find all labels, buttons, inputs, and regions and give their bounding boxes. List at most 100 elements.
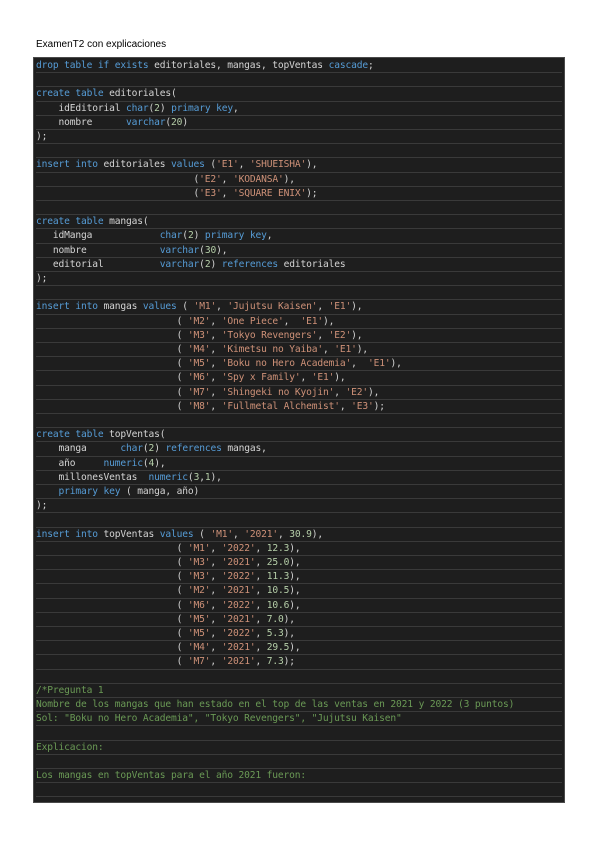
code-line [36, 513, 562, 528]
code-token: ), [322, 315, 335, 327]
code-token: editoriales, mangas, topVentas [154, 60, 329, 71]
code-line [36, 755, 562, 769]
code-token: 10.6 [266, 599, 290, 611]
code-token: 'E1' [300, 315, 323, 327]
code-token: idEditorial [36, 102, 127, 114]
code-token: 'M5' [187, 358, 211, 370]
code-token: , [317, 329, 329, 341]
code-line: ( 'M2', '2021', 10.5), [36, 584, 562, 599]
code-token: ( [36, 599, 188, 611]
code-token: 'M2' [187, 585, 211, 597]
code-line: ( 'M5', '2022', 5.3), [36, 627, 562, 642]
code-token: ( [199, 528, 211, 540]
code-token: ( [36, 542, 188, 554]
code-token: 'M4' [187, 642, 211, 654]
code-token: 'M1' [193, 301, 217, 313]
code-token: 'M3' [187, 557, 211, 568]
code-token: values [171, 159, 211, 171]
code-token: ); [36, 500, 48, 512]
code-line: drop table if exists editoriales, mangas… [36, 59, 562, 74]
code-line: ( 'M7', 'Shingeki no Kyojin', 'E2'), [36, 386, 562, 400]
code-line: nombre varchar(20) [36, 116, 562, 130]
sql-code-block: drop table if exists editoriales, mangas… [33, 57, 565, 803]
code-token: , [210, 642, 222, 654]
code-line: create table editoriales( [36, 87, 562, 102]
code-token: ); [306, 187, 318, 199]
code-line: manga char(2) references mangas, [36, 442, 562, 457]
code-token: ( [36, 571, 188, 583]
code-token: ( [36, 329, 188, 341]
code-line: ( 'M2', 'One Piece', 'E1'), [36, 315, 562, 329]
code-token: 'M5' [187, 628, 211, 639]
code-token: ( [36, 344, 188, 355]
code-token: values [142, 301, 183, 313]
code-token: ; [367, 60, 374, 71]
code-token: , [300, 372, 312, 384]
code-token: 30 [204, 244, 217, 256]
code-line [36, 144, 562, 159]
code-token: 'E1' [367, 358, 391, 370]
code-token: ( [182, 301, 194, 313]
code-token: '2021' [221, 642, 256, 654]
code-token: char [126, 102, 149, 114]
code-token: create table [36, 88, 110, 100]
code-token: ( [36, 315, 188, 327]
code-line: Los mangas en topVentas para el año 2021… [36, 769, 562, 784]
code-line: ( 'M1', '2022', 12.3), [36, 542, 562, 556]
code-token: ( [36, 557, 188, 568]
code-token: mangas, [227, 443, 267, 455]
code-token: 'M3' [187, 571, 211, 583]
code-token: ); [283, 656, 295, 668]
code-token: , [255, 628, 267, 639]
code-token: 'E2' [345, 386, 368, 398]
code-line: ( 'M8', 'Fullmetal Alchemist', 'E3'); [36, 400, 562, 414]
code-token: ), [311, 528, 324, 540]
code-line: ( 'M4', '2021', 29.5), [36, 641, 562, 656]
code-token: 'M6' [187, 599, 211, 611]
code-line: ); [36, 499, 562, 514]
code-token: , [210, 585, 222, 597]
code-token: , [210, 571, 222, 583]
code-line: ( 'M3', 'Tokyo Revengers', 'E2'), [36, 329, 562, 343]
code-token: , [221, 187, 233, 199]
code-line: insert into topVentas values ( 'M1', '20… [36, 528, 562, 542]
code-token: ), [289, 571, 301, 583]
code-token: ), [289, 542, 301, 554]
code-token: , [210, 344, 222, 355]
code-token: ( [36, 187, 200, 199]
code-token: ), [283, 628, 295, 639]
code-line: ); [36, 272, 562, 287]
code-token: ), [283, 613, 295, 625]
code-token: , [210, 557, 222, 568]
code-token: ) [210, 258, 222, 270]
code-token: insert into [36, 301, 104, 313]
code-token: , [210, 628, 222, 639]
code-token: '2022' [221, 571, 256, 583]
code-token: 10.5 [266, 585, 290, 597]
code-line: primary key ( manga, año) [36, 485, 562, 500]
code-token: , [255, 613, 267, 625]
code-token: numeric [103, 457, 144, 469]
code-line: /*Pregunta 1 [36, 684, 562, 698]
code-line: Explicacion: [36, 741, 562, 755]
code-token: , [317, 301, 329, 313]
code-token: 'M1' [210, 528, 233, 540]
code-token: ) [182, 116, 188, 128]
code-line [36, 286, 562, 301]
code-token: 'SHUEISHA' [249, 159, 307, 171]
code-token: '2021' [221, 656, 256, 668]
code-token: ), [289, 599, 301, 611]
code-token: Nombre de los mangas que han estado en e… [36, 699, 515, 710]
code-token: char [120, 443, 143, 455]
code-token: 7.3 [266, 656, 284, 668]
code-line: ); [36, 130, 562, 145]
code-token: 'Tokyo Revengers' [221, 329, 318, 341]
code-token: '2021' [221, 613, 256, 625]
code-token: /*Pregunta 1 [36, 684, 104, 696]
code-token: editoriales [283, 258, 346, 270]
code-token: 'E3' [199, 187, 222, 199]
code-token: , [210, 613, 222, 625]
code-token: cascade [328, 60, 369, 71]
code-token: , [351, 358, 368, 370]
code-token: nombre [36, 244, 160, 256]
